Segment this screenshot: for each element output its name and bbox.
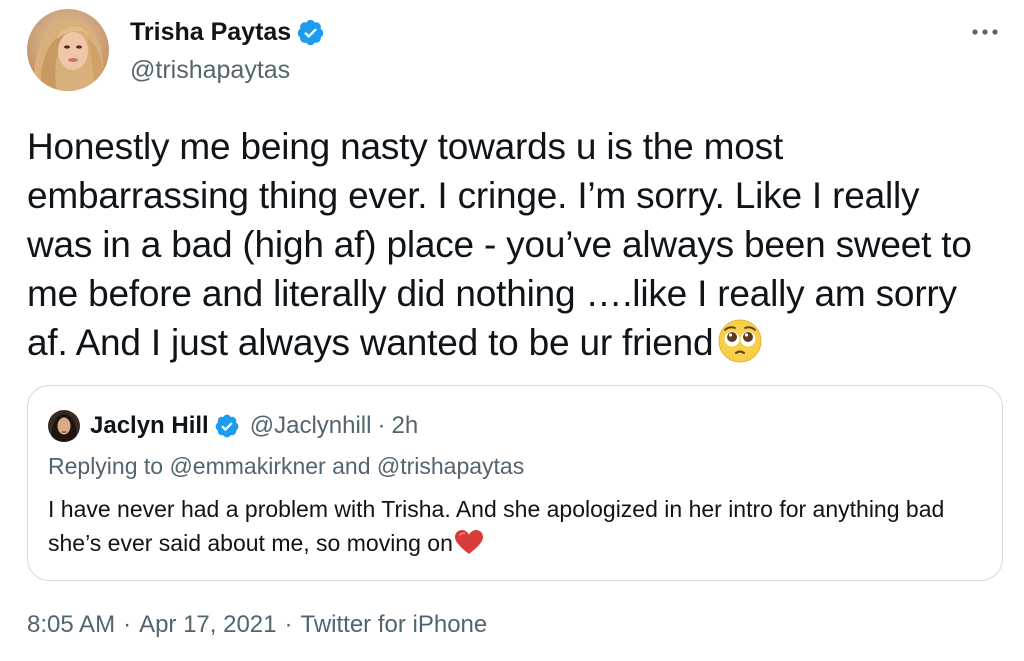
quoted-author-handle: @Jaclynhill	[249, 412, 372, 439]
tweet-body: Honestly me being nasty towards u is the…	[27, 126, 972, 363]
quoted-avatar-photo	[48, 410, 80, 442]
pleading-face-emoji	[717, 318, 763, 364]
author-display-name[interactable]: Trisha Paytas	[130, 18, 291, 47]
quoted-tweet-text: I have never had a problem with Trisha. …	[48, 492, 978, 560]
quoted-timestamp: 2h	[391, 412, 419, 439]
tweet-time[interactable]: 8:05 AM	[27, 611, 115, 638]
tweet-container: Trisha Paytas @trishapaytas Honestly me …	[0, 0, 1024, 661]
more-options-icon[interactable]	[970, 22, 1000, 42]
author-block: Trisha Paytas @trishapaytas	[130, 14, 325, 85]
author-name-row: Trisha Paytas	[130, 14, 325, 50]
avatar-photo	[27, 9, 109, 91]
quoted-tweet-header: Jaclyn Hill @Jaclynhill · 2h	[48, 410, 418, 442]
author-avatar[interactable]	[27, 9, 109, 91]
verified-badge-icon	[296, 18, 325, 47]
red-heart-emoji	[454, 529, 484, 555]
quoted-verified-badge-icon	[214, 413, 240, 439]
quoted-replying-to: Replying to @emmakirkner and @trishapayt…	[48, 453, 525, 479]
author-handle[interactable]: @trishapaytas	[130, 56, 325, 85]
meta-separator: ·	[284, 611, 293, 638]
quoted-separator: ·	[377, 412, 386, 439]
quoted-tweet-body: I have never had a problem with Trisha. …	[48, 496, 945, 556]
quoted-tweet-card[interactable]: Jaclyn Hill @Jaclynhill · 2h Replying to…	[27, 385, 1003, 581]
tweet-date[interactable]: Apr 17, 2021	[139, 611, 276, 638]
tweet-source[interactable]: Twitter for iPhone	[301, 611, 488, 638]
meta-separator: ·	[123, 611, 132, 638]
tweet-text: Honestly me being nasty towards u is the…	[27, 122, 987, 367]
quoted-author-avatar	[48, 410, 80, 442]
tweet-meta: 8:05 AM · Apr 17, 2021 · Twitter for iPhone	[27, 611, 487, 639]
quoted-author-name: Jaclyn Hill	[90, 412, 209, 439]
